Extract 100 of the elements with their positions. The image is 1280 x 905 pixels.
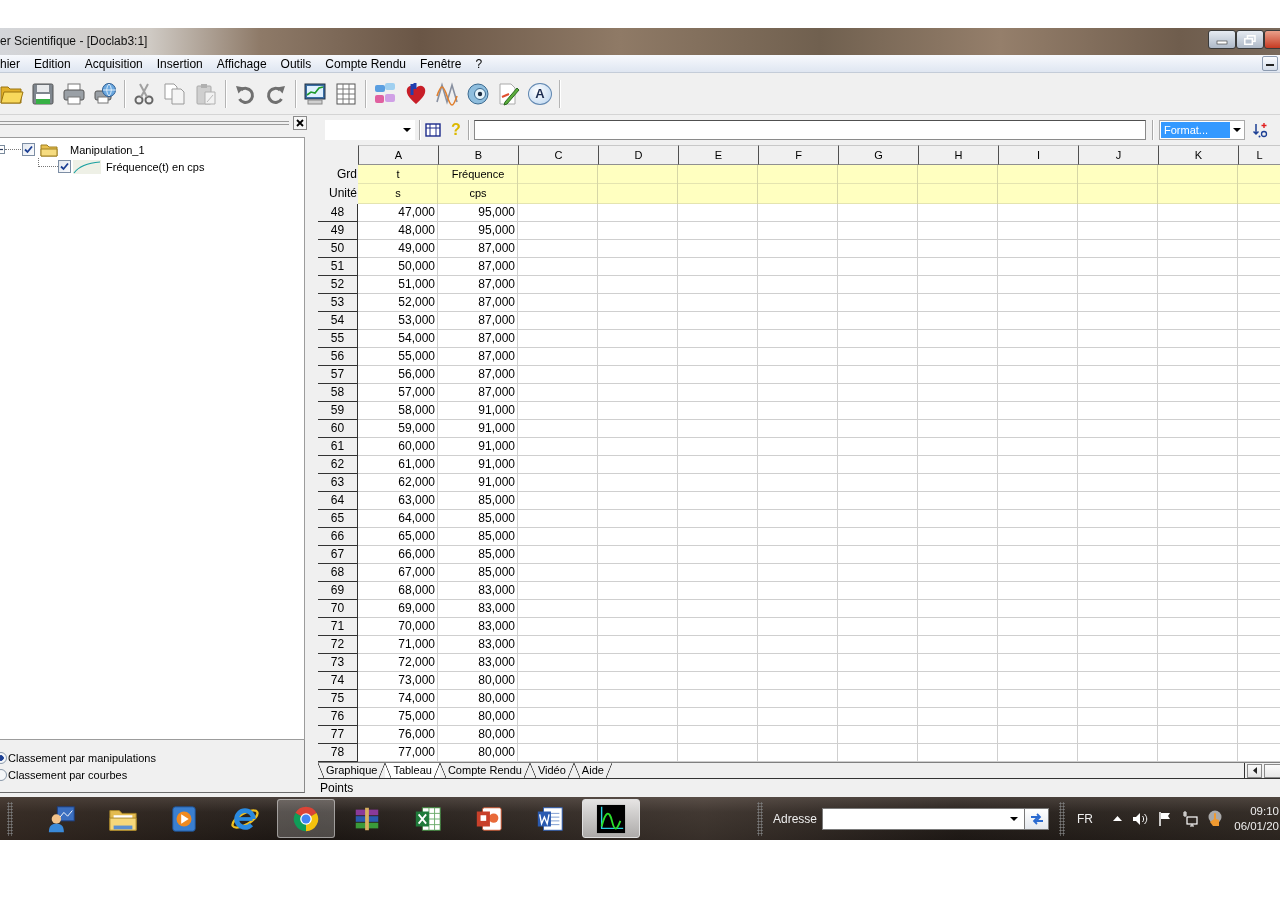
row-header[interactable]: 67: [318, 546, 358, 564]
network-icon[interactable]: [1182, 810, 1199, 827]
lens-icon: [466, 81, 490, 106]
row-header[interactable]: 73: [318, 654, 358, 672]
heart-icon: [404, 81, 428, 106]
clock-date[interactable]: 06/01/20: [1234, 818, 1279, 834]
table-cell-text: 65,000: [397, 528, 436, 545]
row-header[interactable]: 58: [318, 384, 358, 402]
checkbox[interactable]: [22, 143, 35, 156]
sort-option[interactable]: Classement par manipulations: [0, 749, 304, 766]
menu-item[interactable]: Outils: [273, 55, 319, 72]
row-header[interactable]: 74: [318, 672, 358, 690]
wave-icon: [435, 81, 459, 106]
table-cell-text: 59,000: [397, 420, 436, 437]
table-cell-text: 50,000: [397, 258, 436, 275]
taskbar-button[interactable]: [582, 799, 640, 838]
tree-item[interactable]: Fréquence(t) en cps: [106, 160, 205, 173]
row-header[interactable]: 68: [318, 564, 358, 582]
table-cell-text: 77,000: [397, 744, 436, 761]
menu-item[interactable]: Fenêtre: [413, 55, 469, 72]
table-cell-text: t: [395, 167, 401, 182]
row-header[interactable]: 59: [318, 402, 358, 420]
row-header[interactable]: 72: [318, 636, 358, 654]
menu-item[interactable]: ?: [468, 55, 490, 72]
tab[interactable]: Tableau: [385, 763, 440, 778]
go-button[interactable]: [1025, 807, 1050, 830]
menu-item[interactable]: Edition: [27, 55, 78, 72]
row-header[interactable]: 56: [318, 348, 358, 366]
row-header[interactable]: 69: [318, 582, 358, 600]
text-tool-button[interactable]: A: [528, 82, 552, 105]
table-cell-text: 80,000: [477, 690, 516, 707]
tree-item[interactable]: Manipulation_1: [70, 143, 145, 156]
row-header[interactable]: 55: [318, 330, 358, 348]
row-header[interactable]: 50: [318, 240, 358, 258]
toolbar-button[interactable]: [303, 81, 327, 106]
decimal-button[interactable]: [1251, 121, 1269, 139]
row-header[interactable]: 65: [318, 510, 358, 528]
row-header[interactable]: 71: [318, 618, 358, 636]
row-header[interactable]: 49: [318, 222, 358, 240]
tab[interactable]: Compte Rendu: [439, 763, 530, 778]
row-header[interactable]: 51: [318, 258, 358, 276]
language-indicator[interactable]: FR: [1077, 811, 1094, 826]
tab[interactable]: Vidéo: [529, 763, 574, 778]
menu-item[interactable]: Insertion: [149, 55, 210, 72]
menu-item[interactable]: Compte Rendu: [318, 55, 413, 72]
row-header[interactable]: 75: [318, 690, 358, 708]
toolbar-button[interactable]: [466, 81, 490, 106]
column-button[interactable]: [424, 121, 442, 139]
printer-icon: [62, 81, 86, 106]
scrollbar-thumb[interactable]: [1264, 763, 1280, 778]
row-header[interactable]: 76: [318, 708, 358, 726]
row-header[interactable]: 48: [318, 204, 358, 222]
menu-item[interactable]: Acquisition: [77, 55, 150, 72]
row-header[interactable]: 62: [318, 456, 358, 474]
row-header[interactable]: 70: [318, 600, 358, 618]
scroll-left-button[interactable]: [1247, 763, 1262, 778]
row-header[interactable]: 77: [318, 726, 358, 744]
toolbar-button[interactable]: [62, 81, 86, 106]
formula-field[interactable]: [474, 120, 1146, 140]
toolbar-button[interactable]: [31, 81, 55, 106]
close-button[interactable]: [293, 115, 307, 130]
pages-icon: [163, 81, 187, 106]
table-cell-text: 75,000: [397, 708, 436, 725]
tab[interactable]: Graphique: [318, 763, 386, 778]
row-header[interactable]: 52: [318, 276, 358, 294]
table-cell-text: 95,000: [477, 222, 516, 239]
folder-icon: [40, 142, 58, 157]
row-header[interactable]: 64: [318, 492, 358, 510]
table-cell-text: 51,000: [397, 276, 436, 293]
address-field[interactable]: [822, 807, 1026, 830]
restore-button[interactable]: [1236, 30, 1264, 49]
menu-item[interactable]: Affichage: [209, 55, 274, 72]
toolbar-button[interactable]: [497, 81, 521, 106]
row-header[interactable]: 57: [318, 366, 358, 384]
monitor-chart-icon: [303, 81, 327, 106]
minimize-button[interactable]: [1208, 30, 1236, 49]
hand-icon[interactable]: [1207, 809, 1224, 828]
grip-handle: [7, 801, 13, 836]
minimize-button[interactable]: [1262, 56, 1278, 71]
restore-icon: [1244, 34, 1256, 45]
toolbar-button[interactable]: [132, 81, 156, 106]
row-header[interactable]: 54: [318, 312, 358, 330]
row-header[interactable]: 61: [318, 438, 358, 456]
address-label: Adresse: [773, 811, 818, 826]
clock-time[interactable]: 09:10: [1250, 803, 1279, 819]
row-header[interactable]: 53: [318, 294, 358, 312]
toolbar-button[interactable]: [404, 81, 428, 106]
row-header[interactable]: 60: [318, 420, 358, 438]
row-header[interactable]: 63: [318, 474, 358, 492]
table-cell-text: 60,000: [397, 438, 436, 455]
menu-item[interactable]: hier: [0, 55, 27, 72]
left-triangle-icon: [1252, 767, 1257, 774]
table-cell-text: 91,000: [477, 456, 516, 473]
tab[interactable]: Aide: [573, 763, 612, 778]
row-header[interactable]: 78: [318, 744, 358, 762]
cell-dropdown[interactable]: [325, 120, 415, 140]
toolbar-button[interactable]: [93, 81, 117, 106]
row-header[interactable]: 66: [318, 528, 358, 546]
sort-option[interactable]: Classement par courbes: [0, 766, 304, 783]
checkbox[interactable]: [58, 160, 71, 173]
